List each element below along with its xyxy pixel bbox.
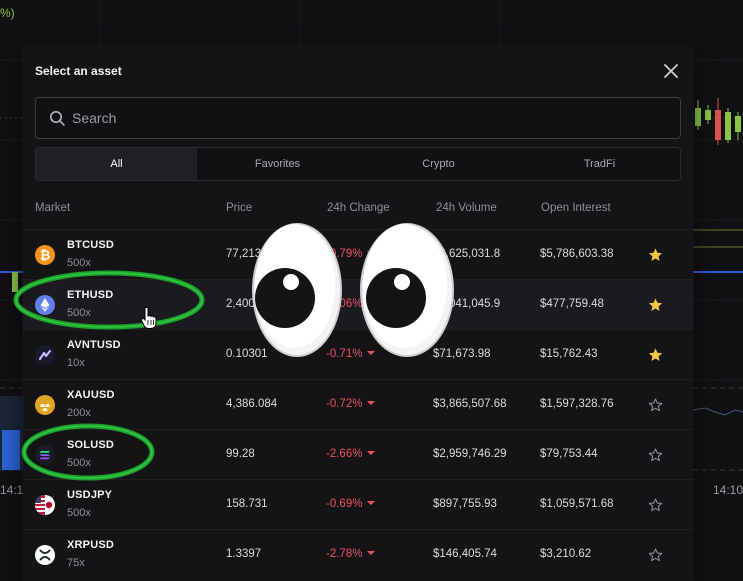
change-value: -2.78%: [326, 548, 363, 560]
asset-open-interest: $5,786,603.38: [540, 248, 614, 260]
down-caret-icon: [367, 401, 376, 405]
search-box[interactable]: [35, 97, 681, 139]
asset-leverage: 500x: [67, 307, 91, 319]
asset-open-interest: $1,597,328.76: [540, 398, 614, 410]
solana-icon: [35, 445, 55, 465]
asset-24h-change: -2.66%: [326, 448, 376, 460]
asset-24h-change: -0.72%: [326, 398, 376, 410]
down-caret-icon: [367, 551, 376, 555]
asset-symbol: USDJPY: [67, 489, 113, 501]
asset-open-interest: $477,759.48: [540, 298, 604, 310]
avantis-icon: [35, 345, 55, 365]
xrp-icon: [35, 545, 55, 565]
asset-24h-volume: $146,405.74: [433, 548, 497, 560]
chart-time-label-right: 14:10: [712, 483, 743, 497]
tab-all[interactable]: All: [36, 148, 197, 180]
modal-title: Select an asset: [35, 64, 122, 78]
favorite-star-outline-icon[interactable]: [647, 447, 664, 463]
change-value: -2.66%: [326, 448, 363, 460]
asset-row-xrpusd[interactable]: XRPUSD 75x 1.3397 -2.78% $146,405.74 $3,…: [23, 529, 693, 579]
filter-tabs: All Favorites Crypto TradFi: [35, 147, 681, 181]
column-price[interactable]: Price: [226, 202, 252, 214]
chart-percent-label: %): [0, 6, 15, 20]
asset-leverage: 10x: [67, 357, 85, 369]
asset-symbol: BTCUSD: [67, 239, 115, 251]
hand-pointer-cursor-icon: [140, 306, 157, 329]
bitcoin-icon: ₿: [35, 245, 55, 265]
svg-text:₿: ₿: [40, 249, 51, 264]
asset-price: 1.3397: [226, 548, 262, 560]
favorite-star-outline-icon[interactable]: [647, 497, 664, 513]
asset-24h-volume: $3,865,507.68: [433, 398, 507, 410]
asset-symbol: XAUUSD: [67, 389, 115, 401]
column-24h-volume[interactable]: 24h Volume: [436, 202, 497, 214]
asset-row-solusd[interactable]: SOLUSD 500x 99.28 -2.66% $2,959,746.29 $…: [23, 429, 693, 479]
table-header: Market Price 24h Change 24h Volume Open …: [35, 202, 681, 218]
asset-24h-volume: $2,959,746.29: [433, 448, 507, 460]
asset-leverage: 500x: [67, 507, 91, 519]
tab-favorites[interactable]: Favorites: [197, 148, 358, 180]
search-icon: [50, 111, 65, 126]
asset-row-xauusd[interactable]: XAUUSD 200x 4,386.084 -0.72% $3,865,507.…: [23, 379, 693, 429]
change-value: -0.69%: [326, 498, 363, 510]
asset-leverage: 75x: [67, 557, 85, 569]
us-japan-flag-icon: [35, 495, 55, 515]
close-icon[interactable]: [661, 61, 681, 81]
tab-crypto[interactable]: Crypto: [358, 148, 519, 180]
asset-price: 99.28: [226, 448, 255, 460]
favorite-star-filled-icon[interactable]: [647, 297, 664, 313]
tab-tradfi[interactable]: TradFi: [519, 148, 680, 180]
asset-symbol: ETHUSD: [67, 289, 114, 301]
asset-24h-change: -2.78%: [326, 548, 376, 560]
search-input[interactable]: [72, 98, 662, 138]
asset-price: 158.731: [226, 498, 268, 510]
change-value: -0.72%: [326, 398, 363, 410]
eye-emoji-right-icon: [360, 223, 454, 357]
column-24h-change[interactable]: 24h Change: [327, 202, 390, 214]
column-market[interactable]: Market: [35, 202, 70, 214]
asset-symbol: XRPUSD: [67, 539, 115, 551]
asset-open-interest: $3,210.62: [540, 548, 592, 560]
column-open-interest[interactable]: Open Interest: [541, 202, 611, 214]
asset-symbol: AVNTUSD: [67, 339, 121, 351]
asset-leverage: 500x: [67, 457, 91, 469]
asset-row-usdjpy[interactable]: USDJPY 500x 158.731 -0.69% $897,755.93 $…: [23, 479, 693, 529]
asset-leverage: 200x: [67, 407, 91, 419]
favorite-star-filled-icon[interactable]: [647, 247, 664, 263]
gold-icon: [35, 395, 55, 415]
ethereum-icon: [35, 295, 55, 315]
asset-24h-change: -0.69%: [326, 498, 376, 510]
down-caret-icon: [367, 451, 376, 455]
asset-price: 4,386.084: [226, 398, 278, 410]
asset-symbol: SOLUSD: [67, 439, 115, 451]
asset-leverage: 500x: [67, 257, 91, 269]
asset-open-interest: $15,762.43: [540, 348, 598, 360]
asset-open-interest: $79,753.44: [540, 448, 598, 460]
asset-24h-volume: $897,755.93: [433, 498, 497, 510]
eye-emoji-left-icon: [252, 223, 342, 357]
favorite-star-filled-icon[interactable]: [647, 347, 664, 363]
asset-open-interest: $1,059,571.68: [540, 498, 614, 510]
down-caret-icon: [367, 501, 376, 505]
favorite-star-outline-icon[interactable]: [647, 547, 664, 563]
favorite-star-outline-icon[interactable]: [647, 397, 664, 413]
